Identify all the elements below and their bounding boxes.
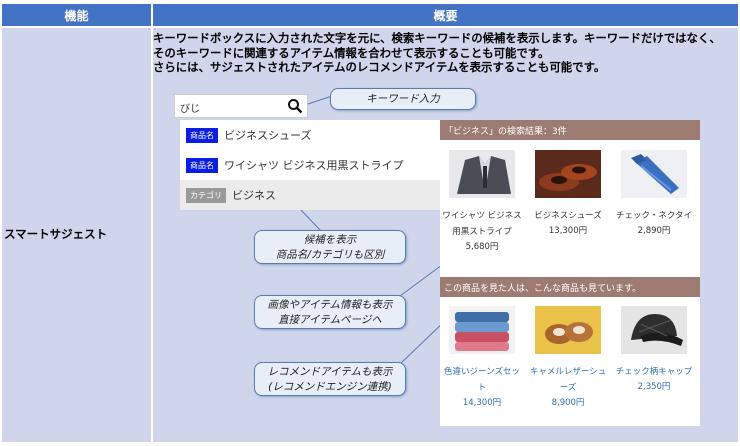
suggestion-dropdown: 商品名 ビジネスシューズ 商品名 ワイシャツ ビジネス用黒ストライプ カテゴリ … bbox=[180, 120, 440, 210]
description-line-1: キーワードボックスに入力された文字を元に、検索キーワードの候補を表示します。キー… bbox=[153, 31, 721, 45]
shirt-image[interactable] bbox=[449, 150, 515, 198]
suggestion-text: ワイシャツ ビジネス用黒ストライプ bbox=[224, 159, 404, 172]
product-price: 2,350円 bbox=[637, 382, 671, 392]
jeans-image[interactable] bbox=[449, 306, 515, 354]
necktie-image[interactable] bbox=[621, 150, 687, 198]
callout-text: (レコメンドエンジン連携) bbox=[268, 381, 392, 393]
product-card[interactable]: チェック・ネクタイ 2,890円 bbox=[614, 150, 694, 238]
product-price: 5,680円 bbox=[465, 242, 499, 252]
product-price: 13,300円 bbox=[548, 226, 588, 236]
suggestion-item[interactable]: 商品名 ワイシャツ ビジネス用黒ストライプ bbox=[180, 150, 440, 180]
product-name-badge: 商品名 bbox=[186, 157, 218, 173]
product-name[interactable]: チェック柄キャップ bbox=[614, 364, 694, 380]
feature-table: 機能 概要 スマートサジェスト キーワードボックスに入力された文字を元に、検索キ… bbox=[0, 0, 740, 446]
category-badge: カテゴリ bbox=[186, 187, 226, 203]
search-icon[interactable] bbox=[287, 98, 303, 114]
camel-shoes-image[interactable] bbox=[535, 306, 601, 354]
feature-name: スマートサジェスト bbox=[4, 227, 108, 241]
recommend-card[interactable]: キャメルレザーシュ ーズ 8,900円 bbox=[528, 306, 608, 410]
suggestion-item[interactable]: 商品名 ビジネスシューズ bbox=[180, 120, 440, 150]
product-name[interactable]: 色違いジーンズセット bbox=[442, 364, 522, 396]
recommend-header: この商品を見た人は、こんな商品も見ています。 bbox=[440, 277, 700, 297]
product-name[interactable]: キャメルレザーシュ ーズ bbox=[528, 364, 608, 396]
product-card[interactable]: ワイシャツ ビジネス 用黒ストライプ 5,680円 bbox=[442, 150, 522, 254]
product-price: 2,890円 bbox=[637, 226, 671, 236]
callout-keyword-input: キーワード入力 bbox=[330, 88, 476, 110]
header-overview: 概要 bbox=[153, 4, 738, 26]
product-card[interactable]: ビジネスシューズ 13,300円 bbox=[528, 150, 608, 238]
recommend-card[interactable]: チェック柄キャップ 2,350円 bbox=[614, 306, 694, 394]
shoes-image[interactable] bbox=[535, 150, 601, 198]
callout-text: キーワード入力 bbox=[366, 93, 440, 105]
description-line-2: そのキーワードに関連するアイテム情報を合わせて表示することも可能です。 bbox=[153, 45, 550, 60]
header-feature: 機能 bbox=[2, 4, 151, 26]
callout-candidates: 候補を表示 商品名/カテゴリも区別 bbox=[254, 230, 406, 264]
callout-text: 画像やアイテム情報も表示 bbox=[267, 299, 393, 311]
product-name[interactable]: ビジネスシューズ bbox=[528, 208, 608, 224]
product-name-badge: 商品名 bbox=[186, 127, 218, 143]
suggestion-text: ビジネスシューズ bbox=[224, 129, 312, 142]
callout-item-info: 画像やアイテム情報も表示 直接アイテムページへ bbox=[254, 295, 406, 329]
callout-text: レコメンドアイテムも表示 bbox=[267, 366, 393, 378]
results-panel: 「ビジネス」の検索結果：3件 ワイシャツ ビジネス 用黒ストライプ 5,680円 … bbox=[440, 120, 700, 426]
product-name[interactable]: ワイシャツ ビジネス 用黒ストライプ bbox=[442, 208, 522, 240]
product-name[interactable]: チェック・ネクタイ bbox=[614, 208, 694, 224]
cap-image[interactable] bbox=[621, 306, 687, 354]
callout-recommend: レコメンドアイテムも表示 (レコメンドエンジン連携) bbox=[254, 362, 406, 396]
callout-text: 直接アイテムページへ bbox=[278, 314, 382, 326]
suggestion-item[interactable]: カテゴリ ビジネス bbox=[180, 180, 440, 210]
description: キーワードボックスに入力された文字を元に、検索キーワードの候補を表示します。キー… bbox=[153, 31, 738, 75]
description-line-3: さらには、サジェストされたアイテムのレコメンドアイテムを表示することも可能です。 bbox=[153, 60, 606, 74]
product-price: 14,300円 bbox=[462, 398, 502, 408]
suggestion-text: ビジネス bbox=[232, 189, 276, 202]
callout-text: 商品名/カテゴリも区別 bbox=[275, 249, 385, 261]
search-box[interactable]: びじ bbox=[174, 94, 308, 118]
callout-text: 候補を表示 bbox=[303, 234, 357, 246]
results-header: 「ビジネス」の検索結果：3件 bbox=[440, 120, 700, 140]
search-input[interactable]: びじ bbox=[180, 100, 200, 115]
product-price: 8,900円 bbox=[551, 398, 585, 408]
recommend-card[interactable]: 色違いジーンズセット 14,300円 bbox=[442, 306, 522, 410]
